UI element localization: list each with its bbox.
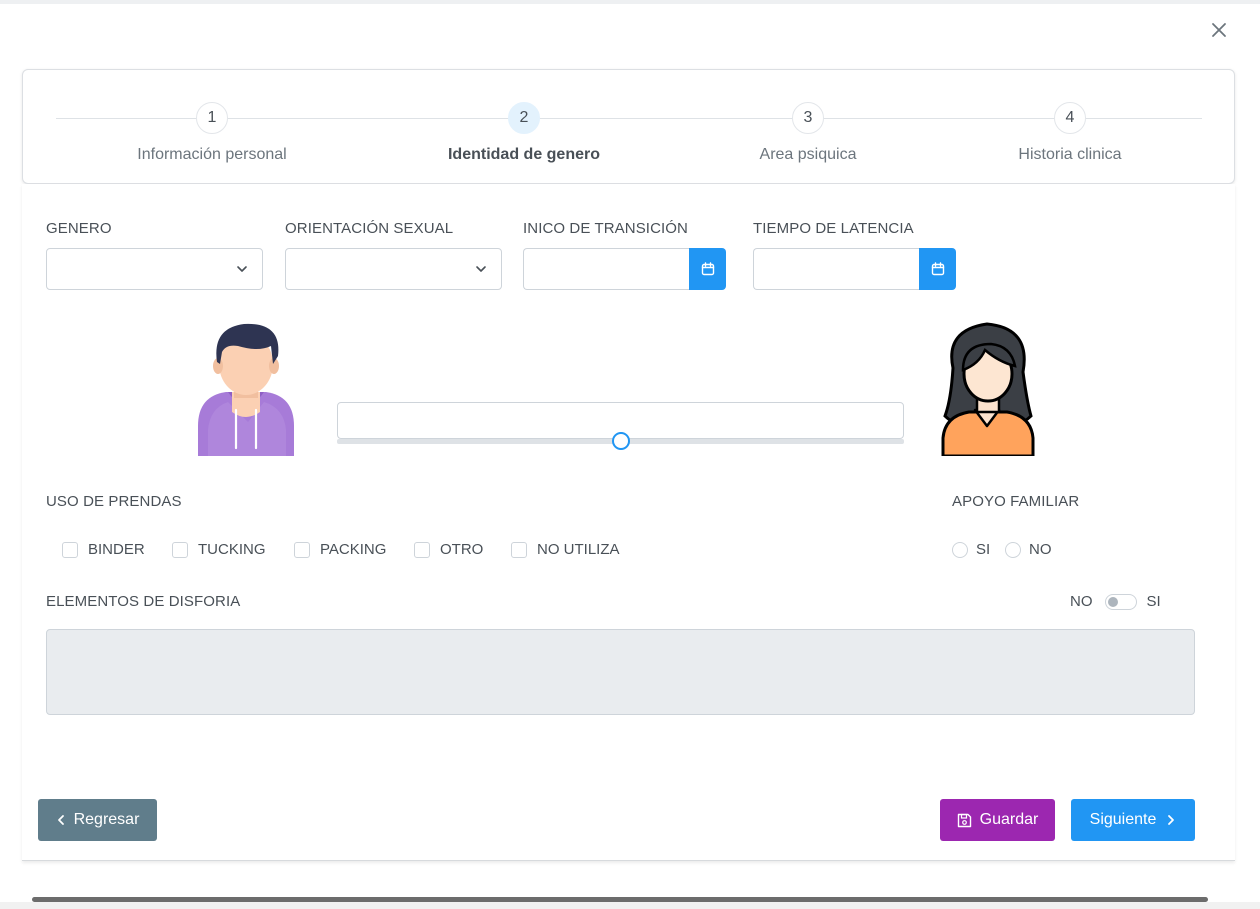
tiempo-latencia-label: TIEMPO DE LATENCIA (753, 220, 914, 237)
step-number: 4 (1054, 102, 1086, 134)
gender-slider-handle[interactable] (611, 432, 630, 450)
chevron-down-icon (476, 266, 486, 272)
checkbox-box[interactable] (511, 541, 527, 558)
step-area-psiquica[interactable]: 3 Area psiquica (678, 102, 938, 164)
step-label: Area psiquica (759, 146, 857, 163)
inicio-transicion-calendar-button[interactable] (689, 248, 726, 290)
checkbox-no-utiliza[interactable]: NO UTILIZA (511, 541, 620, 558)
toggle-knob (1107, 596, 1118, 607)
calendar-icon (701, 262, 714, 276)
disforia-toggle[interactable] (1104, 593, 1137, 610)
back-button-label: Regresar (73, 811, 140, 828)
checkbox-packing[interactable]: PACKING (294, 541, 386, 558)
checkbox-label: BINDER (88, 541, 145, 558)
save-button[interactable]: Guardar (940, 799, 1055, 841)
tiempo-latencia-calendar-button[interactable] (919, 248, 956, 290)
step-historia-clinica[interactable]: 4 Historia clinica (940, 102, 1200, 164)
step-label: Información personal (137, 146, 287, 163)
male-avatar-icon (198, 323, 294, 456)
save-icon (957, 813, 972, 828)
checkbox-tucking[interactable]: TUCKING (172, 541, 266, 558)
tiempo-latencia-input[interactable] (753, 248, 919, 290)
step-number: 3 (792, 102, 824, 134)
checkbox-box[interactable] (294, 541, 310, 558)
checkbox-binder[interactable]: BINDER (62, 541, 145, 558)
radio-circle[interactable] (952, 541, 968, 558)
radio-si[interactable]: SI (952, 541, 990, 558)
chevron-left-icon (56, 814, 66, 826)
scroll-strip (0, 902, 1260, 909)
uso-prendas-label: USO DE PRENDAS (46, 493, 182, 510)
close-button[interactable] (1206, 17, 1232, 43)
top-border (0, 0, 1260, 4)
inicio-transicion-input[interactable] (523, 248, 689, 290)
orientacion-select[interactable] (285, 248, 502, 290)
next-button[interactable]: Siguiente (1071, 799, 1195, 841)
checkbox-otro[interactable]: OTRO (414, 541, 483, 558)
radio-label: NO (1029, 541, 1052, 558)
checkbox-label: NO UTILIZA (537, 541, 620, 558)
step-label: Identidad de genero (447, 146, 600, 163)
toggle-off-label: NO (1070, 593, 1093, 610)
step-identidad-de-genero[interactable]: 2 Identidad de genero (394, 102, 654, 164)
gender-slider-track[interactable] (337, 432, 904, 450)
apoyo-familiar-label: APOYO FAMILIAR (952, 493, 1080, 510)
stepper: 1 Información personal 2 Identidad de ge… (22, 69, 1235, 184)
checkbox-box[interactable] (62, 541, 78, 558)
next-button-label: Siguiente (1089, 811, 1157, 828)
calendar-icon (931, 262, 944, 276)
toggle-on-label: SI (1146, 593, 1161, 610)
chevron-down-icon (237, 266, 247, 272)
genero-label: GENERO (46, 220, 112, 237)
step-informacion-personal[interactable]: 1 Información personal (82, 102, 342, 164)
back-button[interactable]: Regresar (38, 799, 157, 841)
radio-label: SI (976, 541, 991, 558)
step-number: 1 (196, 102, 228, 134)
checkbox-label: PACKING (320, 541, 387, 558)
checkbox-box[interactable] (414, 541, 430, 558)
disforia-textarea[interactable] (46, 629, 1195, 715)
orientacion-label: ORIENTACIÓN SEXUAL (285, 220, 454, 237)
disforia-toggle-group: NO SI (1070, 593, 1161, 610)
save-button-label: Guardar (979, 811, 1039, 828)
close-icon (1212, 23, 1226, 37)
disforia-label: ELEMENTOS DE DISFORIA (46, 593, 241, 610)
chevron-right-icon (1166, 814, 1176, 826)
radio-no[interactable]: NO (1005, 541, 1052, 558)
genero-select[interactable] (46, 248, 263, 290)
female-avatar-icon (941, 322, 1035, 456)
checkbox-label: OTRO (440, 541, 484, 558)
inicio-transicion-label: INICO DE TRANSICIÓN (523, 220, 688, 237)
checkbox-box[interactable] (172, 541, 188, 558)
step-number: 2 (508, 102, 540, 134)
form-card: GENERO ORIENTACIÓN SEXUAL INICO DE TRANS… (22, 184, 1235, 861)
radio-circle[interactable] (1005, 541, 1021, 558)
checkbox-label: TUCKING (198, 541, 266, 558)
step-label: Historia clinica (1018, 146, 1122, 163)
